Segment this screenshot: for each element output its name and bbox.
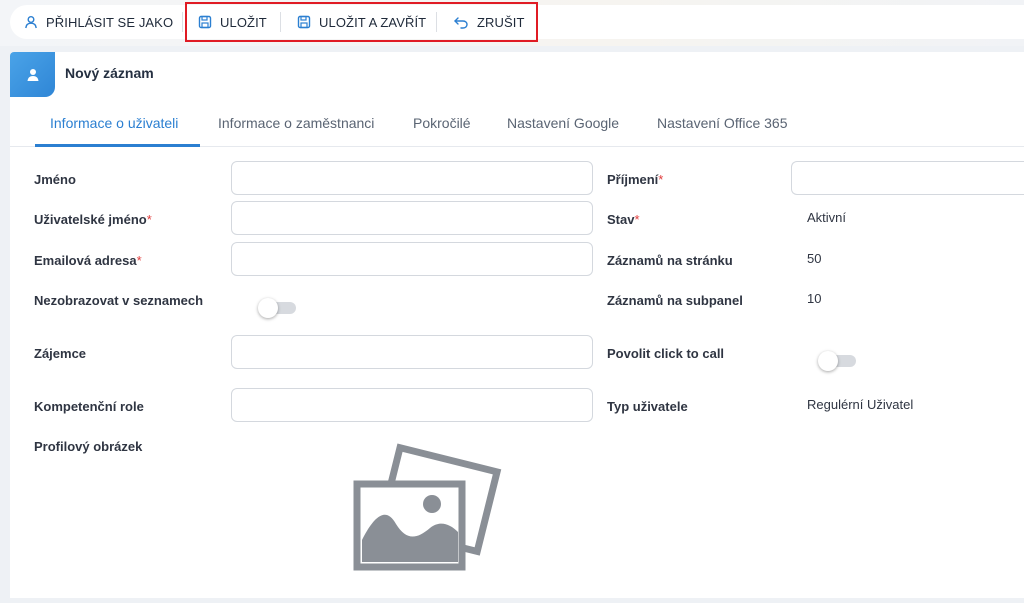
image-placeholder-icon[interactable] [344,428,504,603]
status-label: Stav* [607,212,640,227]
page-title: Nový záznam [65,65,154,81]
lead-input[interactable] [231,335,593,369]
status-value: Aktivní [807,210,847,225]
username-input[interactable] [231,201,593,235]
user-type-value: Regulérní Uživatel [807,397,914,412]
competence-role-label: Kompetenční role [34,399,144,414]
hide-in-lists-toggle[interactable] [258,298,298,318]
records-per-page-label: Záznamů na stránku [607,253,733,268]
records-per-page-value: 50 [807,251,822,266]
toolbar-divider [182,12,183,32]
required-marker: * [658,172,664,187]
user-type-label: Typ uživatele [607,399,688,414]
last-name-input[interactable] [791,161,1024,195]
tab-office365-settings[interactable]: Nastavení Office 365 [657,108,787,146]
tab-google-settings[interactable]: Nastavení Google [507,108,619,146]
profile-picture-label: Profilový obrázek [34,439,143,454]
tab-advanced[interactable]: Pokročilé [413,108,471,146]
required-marker: * [136,253,142,268]
highlight-frame [185,2,538,42]
login-as-label: PŘIHLÁSIT SE JAKO [46,14,174,30]
required-marker: * [146,212,152,227]
user-icon [27,68,38,81]
login-as-button[interactable]: PŘIHLÁSIT SE JAKO [24,5,173,39]
first-name-label: Jméno [34,172,76,187]
click-to-call-toggle[interactable] [818,351,858,371]
email-label: Emailová adresa* [34,253,142,268]
email-input[interactable] [231,242,593,276]
record-avatar [10,52,55,97]
record-card: Nový záznam Informace o uživateli Inform… [10,52,1024,598]
user-icon [25,16,37,29]
tab-bar: Informace o uživateli Informace o zaměst… [10,108,1024,147]
tab-employee-info[interactable]: Informace o zaměstnanci [218,108,374,146]
lead-label: Zájemce [34,346,87,361]
toggle-knob [818,351,838,371]
tab-user-info[interactable]: Informace o uživateli [50,108,178,146]
required-marker: * [634,212,640,227]
last-name-label: Příjmení* [607,172,664,187]
records-per-subpanel-label: Záznamů na subpanel [607,293,743,308]
toggle-knob [258,298,278,318]
username-label: Uživatelské jméno* [34,212,152,227]
records-per-subpanel-value: 10 [807,291,822,306]
first-name-input[interactable] [231,161,593,195]
hide-in-lists-label: Nezobrazovat v seznamech [34,293,204,308]
click-to-call-label: Povolit click to call [607,346,725,361]
active-tab-indicator [35,144,200,147]
competence-role-input[interactable] [231,388,593,422]
